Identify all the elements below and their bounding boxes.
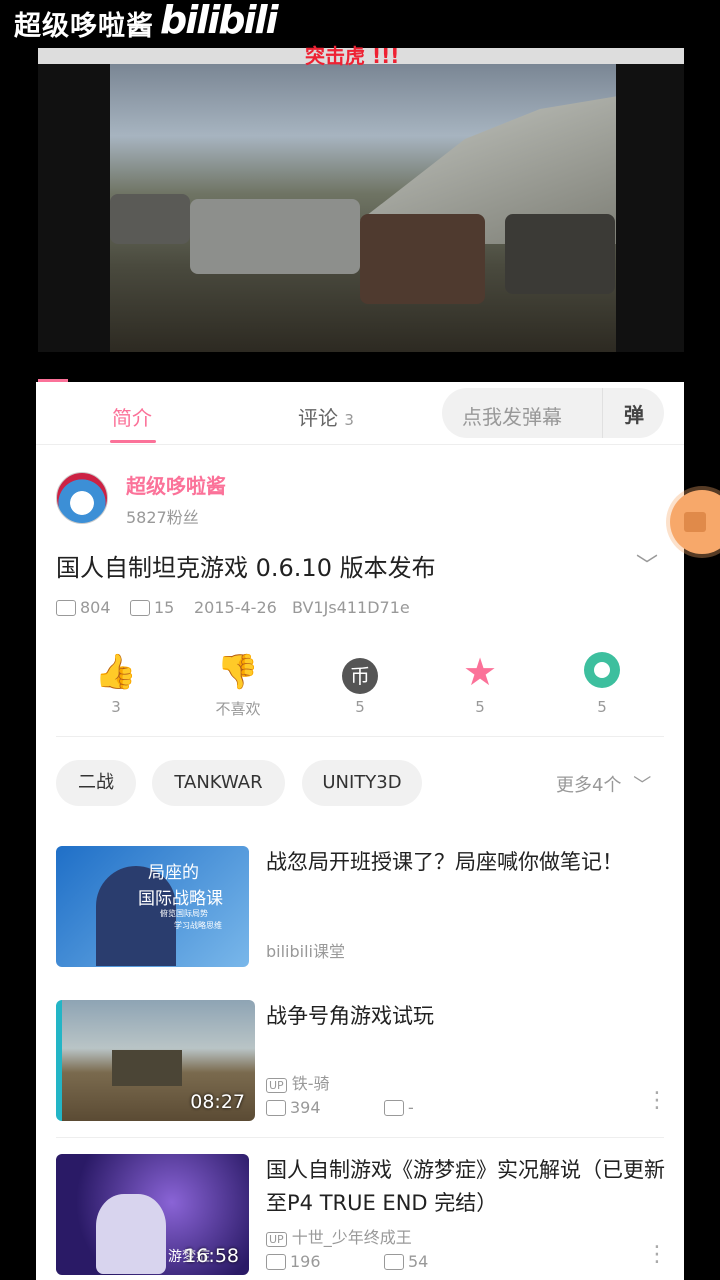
more-options-icon[interactable]: ⋮ (646, 1242, 668, 1267)
favorite-count: 5 (475, 698, 485, 716)
share-icon (584, 652, 620, 688)
related-thumbnail[interactable]: 08:27 (56, 1000, 255, 1121)
chevron-down-icon: ﹀ (633, 775, 652, 796)
related-uploader: UP 铁-骑 (266, 1070, 330, 1094)
view-count: 804 (56, 598, 111, 617)
danmaku-placeholder: 点我发弹幕 (462, 405, 562, 429)
related-thumbnail[interactable]: 局座的 国际战略课 俯览国际局势 学习战略思维 (56, 846, 249, 967)
up-badge: UP (266, 1078, 287, 1093)
more-tags-label: 更多4个 (556, 775, 622, 796)
related-views: 394 (266, 1098, 321, 1117)
video-duration: 16:58 (184, 1245, 239, 1267)
related-title[interactable]: 战争号角游戏试玩 (266, 1000, 666, 1033)
like-count: 3 (111, 698, 121, 716)
action-divider (56, 736, 664, 737)
uploader-avatar[interactable] (56, 472, 108, 524)
dislike-label: 不喜欢 (215, 700, 261, 718)
more-options-icon[interactable]: ⋮ (646, 1088, 668, 1113)
related-uploader: UP 十世_少年终成王 (266, 1224, 412, 1248)
view-count-value: 804 (80, 598, 111, 617)
related-views-value: 196 (290, 1252, 321, 1271)
danmaku-toggle-icon[interactable]: 弹 (602, 388, 665, 438)
coin-button[interactable]: 币 5 (320, 652, 400, 716)
uploader-name[interactable]: 超级哆啦酱 (126, 470, 226, 499)
related-uploader-name: 十世_少年终成王 (291, 1228, 412, 1247)
coin-icon: 币 (342, 658, 378, 694)
thumb-text: 局座的 (148, 863, 199, 883)
related-danmaku: 54 (384, 1252, 428, 1271)
tab-intro[interactable]: 简介 (112, 402, 152, 431)
video-duration: 08:27 (190, 1091, 245, 1113)
danmaku-comment: 突击虎 !!! (305, 44, 400, 68)
related-views: 196 (266, 1252, 321, 1271)
thumbs-up-icon: 👍 (94, 652, 138, 692)
danmaku-icon (130, 599, 150, 616)
tank-shape (360, 214, 485, 304)
video-frame (110, 64, 616, 352)
share-button[interactable]: 5 (562, 652, 642, 716)
tab-comments-label: 评论 (298, 406, 338, 430)
tag-chip[interactable]: UNITY3D (302, 760, 422, 806)
more-tags-button[interactable]: 更多4个 ﹀ (556, 771, 651, 797)
comment-count: 3 (344, 411, 354, 429)
tag-chip[interactable]: TANKWAR (152, 760, 285, 806)
related-danmaku-value: - (408, 1098, 414, 1117)
bv-id: BV1Js411D71e (292, 598, 410, 617)
play-icon (266, 1099, 286, 1116)
tank-shape (110, 194, 190, 244)
danmaku-icon-glyph: 弹 (624, 402, 644, 427)
related-views-value: 394 (290, 1098, 321, 1117)
thumb-text: 国际战略课 (138, 889, 223, 909)
related-uploader-name: 铁-骑 (291, 1074, 330, 1093)
share-count: 5 (597, 698, 607, 716)
like-button[interactable]: 👍 3 (76, 652, 156, 716)
video-title: 国人自制坦克游戏 0.6.10 版本发布 (56, 554, 436, 582)
tank-shape (190, 199, 360, 274)
danmaku-stat-value: 15 (154, 598, 175, 617)
vehicle-figure (112, 1050, 182, 1086)
danmaku-icon (384, 1253, 404, 1270)
detail-panel: 简介 评论 3 点我发弹幕 弹 超级哆啦酱 5827粉丝 国人自制坦克游戏 0.… (36, 382, 684, 1280)
play-icon (56, 599, 76, 616)
favorite-button[interactable]: ★ 5 (440, 652, 520, 716)
thumb-text: 俯览国际局势 (160, 909, 208, 918)
related-thumbnail[interactable]: 游梦症 16:58 (56, 1154, 249, 1275)
danmaku-stat: 15 (130, 598, 174, 617)
related-title[interactable]: 战忽局开班授课了？局座喊你做笔记！ (266, 846, 666, 879)
list-divider (56, 1137, 664, 1138)
chevron-down-icon[interactable]: ﹀ (636, 548, 658, 580)
related-source: bilibili课堂 (266, 942, 345, 961)
uploader-watermark: 超级哆啦酱 (14, 11, 154, 42)
bilibili-logo: bilibili (160, 0, 279, 42)
video-player[interactable] (38, 48, 684, 352)
fans-count: 5827粉丝 (126, 508, 199, 527)
dislike-button[interactable]: 👎 不喜欢 (198, 652, 278, 719)
play-icon (266, 1253, 286, 1270)
coin-count: 5 (355, 698, 365, 716)
thumbs-down-icon: 👎 (216, 652, 260, 692)
tank-shape (505, 214, 615, 294)
related-title[interactable]: 国人自制游戏《游梦症》实况解说（已更新至P4 TRUE END 完结） (266, 1154, 666, 1220)
publish-date: 2015-4-26 (194, 598, 277, 617)
tag-chip[interactable]: 二战 (56, 760, 136, 806)
star-icon: ★ (462, 650, 498, 694)
related-danmaku-value: 54 (408, 1252, 429, 1271)
danmaku-icon (384, 1099, 404, 1116)
tab-divider (36, 444, 684, 445)
tab-comments[interactable]: 评论 3 (298, 402, 354, 431)
up-badge: UP (266, 1232, 287, 1247)
character-figure (96, 1194, 166, 1274)
tab-active-indicator (110, 440, 156, 443)
danmaku-input[interactable]: 点我发弹幕 弹 (442, 388, 664, 438)
related-danmaku: - (384, 1098, 414, 1117)
camera-icon (684, 512, 706, 532)
thumb-text: 学习战略思维 (174, 921, 222, 930)
